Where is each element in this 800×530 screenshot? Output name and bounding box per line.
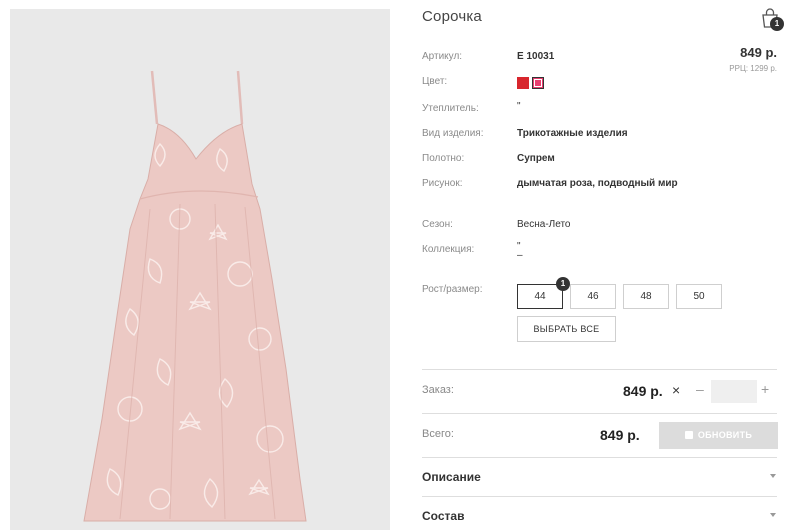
- quantity-input[interactable]: [711, 380, 757, 403]
- pattern-label: Рисунок:: [422, 178, 463, 189]
- pattern-value: дымчатая роза, подводный мир: [517, 178, 678, 189]
- article-label: Артикул:: [422, 51, 463, 62]
- size-label: Рост/размер:: [422, 284, 483, 295]
- select-all-button[interactable]: ВЫБРАТЬ ВСЕ: [517, 316, 616, 342]
- product-price: 849 р.: [740, 45, 777, 60]
- collection-label: Коллекция:: [422, 244, 475, 255]
- chevron-down-icon[interactable]: [770, 513, 776, 517]
- cart-count-badge: 1: [770, 17, 784, 31]
- product-type-label: Вид изделия:: [422, 128, 484, 139]
- size-option-46[interactable]: 46: [570, 284, 616, 309]
- color-swatch-pink-selected[interactable]: [532, 77, 544, 89]
- season-value: Весна-Лето: [517, 219, 571, 230]
- insulation-value: ": [517, 101, 521, 112]
- order-price: 849 р.: [623, 383, 663, 399]
- size-option-50[interactable]: 50: [676, 284, 722, 309]
- insulation-label: Утеплитель:: [422, 103, 479, 114]
- dress-illustration: [83, 70, 307, 522]
- season-label: Сезон:: [422, 219, 453, 230]
- total-label: Всего:: [422, 428, 454, 440]
- product-image[interactable]: [10, 9, 390, 530]
- decrease-button[interactable]: –: [696, 381, 704, 397]
- increase-button[interactable]: +: [761, 381, 769, 397]
- update-button[interactable]: ОБНОВИТЬ: [659, 422, 778, 449]
- product-title: Сорочка: [422, 8, 482, 25]
- divider: [422, 413, 777, 414]
- description-accordion[interactable]: Описание: [422, 470, 481, 484]
- recommended-retail-price: РРЦ: 1299 р.: [729, 64, 777, 73]
- remove-icon[interactable]: ×: [672, 382, 680, 398]
- divider: [422, 496, 777, 497]
- color-swatch-red[interactable]: [517, 77, 529, 89]
- collection-value-dash: –: [517, 250, 523, 261]
- chevron-down-icon[interactable]: [770, 474, 776, 478]
- fabric-label: Полотно:: [422, 153, 465, 164]
- article-value: E 10031: [517, 51, 555, 62]
- order-label: Заказ:: [422, 384, 454, 396]
- divider: [422, 457, 777, 458]
- fabric-value: Супрем: [517, 153, 555, 164]
- color-label: Цвет:: [422, 76, 448, 87]
- divider: [422, 369, 777, 370]
- composition-accordion[interactable]: Состав: [422, 509, 464, 523]
- total-price: 849 р.: [600, 427, 640, 443]
- size-option-48[interactable]: 48: [623, 284, 669, 309]
- bag-icon: [684, 431, 693, 439]
- size-quantity-badge: 1: [556, 277, 570, 291]
- product-type-value: Трикотажные изделия: [517, 128, 628, 139]
- update-button-label: ОБНОВИТЬ: [697, 430, 753, 440]
